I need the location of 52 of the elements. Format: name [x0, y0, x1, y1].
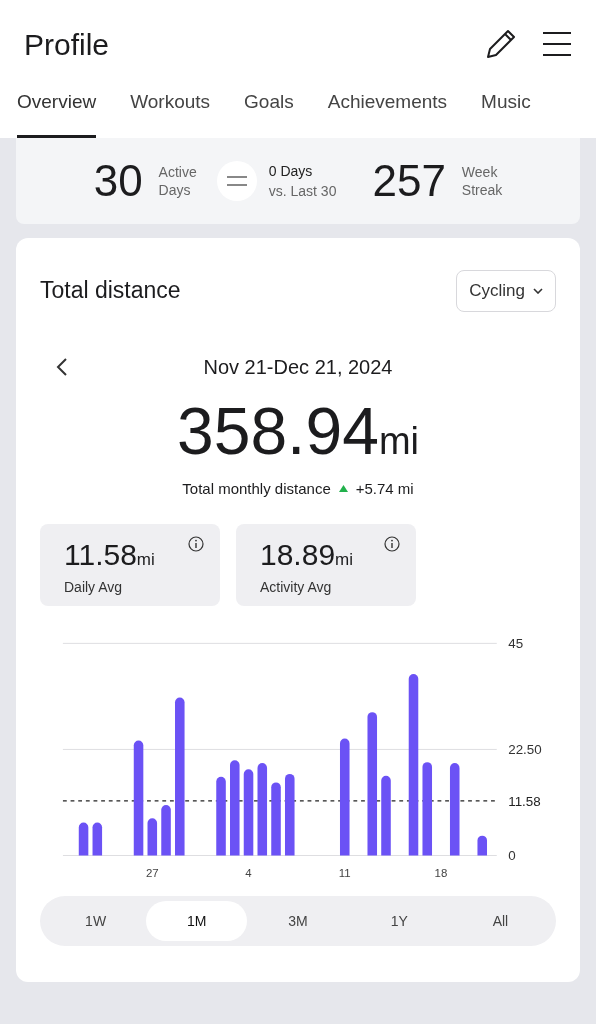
bar: [147, 818, 158, 856]
tab[interactable]: Goals: [244, 88, 294, 138]
tab[interactable]: Workouts: [130, 88, 211, 138]
equals-icon: [216, 160, 257, 201]
stat-value: 11.58: [64, 540, 137, 570]
range-option[interactable]: 1M: [146, 901, 248, 941]
average-label: 11.58: [508, 793, 541, 809]
stat-label: Week: [461, 162, 499, 181]
stat-label: Streak: [461, 180, 503, 199]
date-range: Nov 21-Dec 21, 2024: [203, 354, 393, 380]
bar: [161, 805, 171, 856]
stat-value: 30: [93, 154, 143, 207]
page-title: Profile: [24, 26, 110, 63]
stat-label: Active: [158, 162, 197, 181]
info-icon[interactable]: [188, 536, 204, 552]
range-option[interactable]: 3M: [247, 901, 349, 941]
total-unit: mi: [378, 418, 419, 464]
axis-label: 18: [434, 866, 448, 879]
bar: [78, 822, 89, 856]
range-option[interactable]: 1W: [45, 901, 147, 941]
chevron-down-icon: [533, 287, 543, 294]
back-icon[interactable]: [56, 356, 68, 377]
axis-label: 45: [508, 636, 524, 652]
stat-label: Days: [158, 180, 192, 199]
up-triangle-icon: [338, 485, 348, 493]
info-icon[interactable]: [384, 536, 400, 552]
comparison-value: 0 Days: [268, 161, 314, 181]
axis-label: 27: [145, 866, 159, 879]
stat-unit: mi: [335, 549, 354, 571]
total-caption: Total monthly distance: [182, 478, 331, 499]
comparison-label: vs. Last 30: [268, 181, 337, 201]
card-title: Total distance: [40, 276, 181, 306]
total-distance: 358.94: [177, 397, 379, 464]
tab[interactable]: Music: [481, 88, 531, 138]
range-option[interactable]: All: [449, 901, 551, 941]
menu-icon[interactable]: [542, 30, 572, 58]
bar: [477, 835, 487, 856]
stat-value: 18.89: [260, 540, 336, 570]
axis-label: 0: [508, 848, 516, 864]
change-value: +5.74 mi: [355, 478, 414, 499]
axis-label: 22.50: [508, 742, 542, 758]
edit-icon[interactable]: [484, 27, 518, 61]
range-option[interactable]: 1Y: [348, 901, 450, 941]
stat-label: Activity Avg: [260, 577, 333, 597]
sport-dropdown[interactable]: Cycling: [456, 269, 556, 312]
stat-value: 257: [372, 154, 446, 207]
bar: [92, 822, 103, 856]
axis-label: 4: [245, 866, 252, 879]
stat-unit: mi: [136, 549, 155, 571]
axis-label: 11: [338, 866, 351, 879]
tab[interactable]: Achievements: [327, 88, 448, 138]
stat-label: Daily Avg: [64, 577, 124, 597]
